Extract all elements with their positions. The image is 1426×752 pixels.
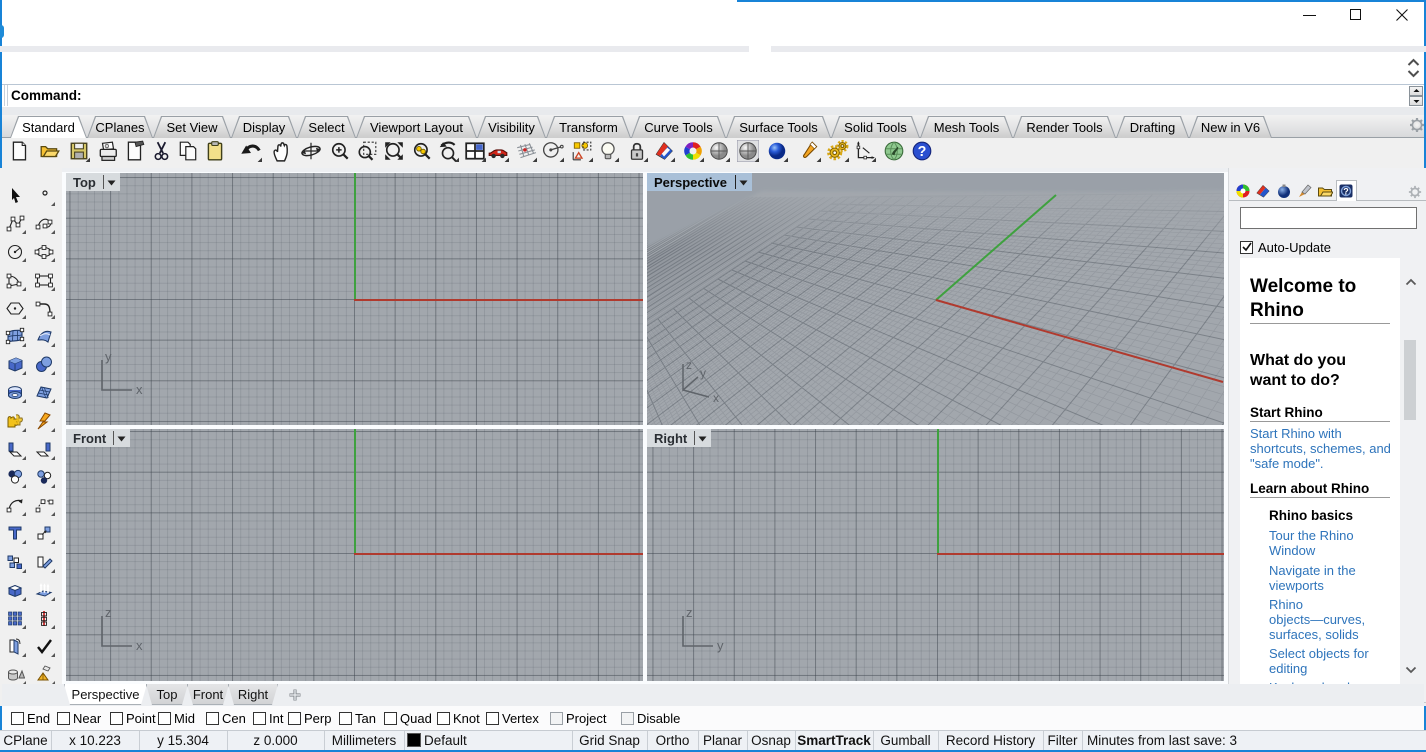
svg-text:z: z bbox=[105, 608, 112, 620]
svg-text:y: y bbox=[700, 366, 706, 380]
svg-text:x: x bbox=[136, 638, 143, 653]
svg-text:x: x bbox=[136, 382, 143, 397]
svg-text:z: z bbox=[686, 359, 692, 372]
svg-text:y: y bbox=[105, 352, 112, 364]
svg-text:z: z bbox=[686, 608, 693, 620]
svg-text:x: x bbox=[713, 391, 719, 405]
svg-text:?: ? bbox=[1343, 187, 1349, 197]
svg-text:?: ? bbox=[918, 144, 927, 160]
svg-text:y: y bbox=[717, 638, 724, 653]
